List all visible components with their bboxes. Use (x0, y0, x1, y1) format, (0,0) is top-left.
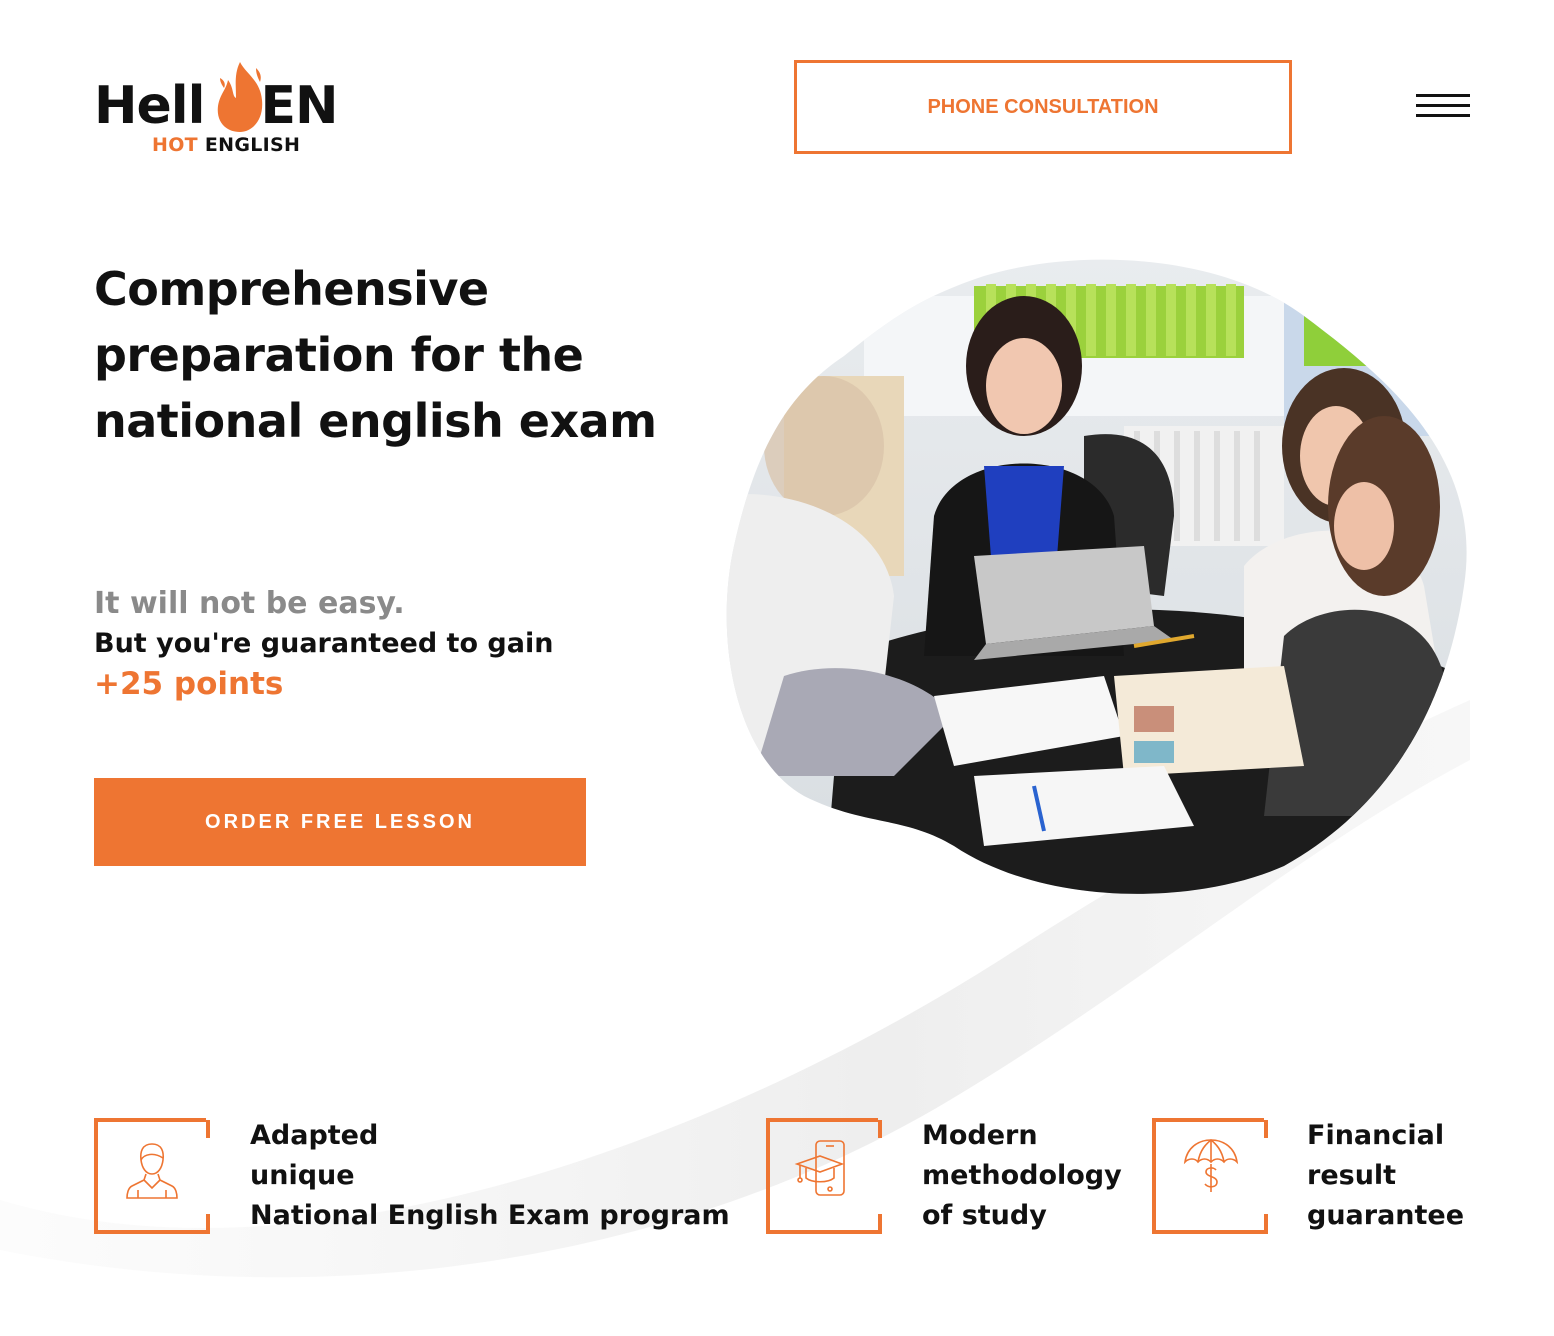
logo-text-left: Hell (94, 76, 205, 136)
student-icon (126, 1143, 178, 1199)
feature-text-1: Adapted unique National English Exam pro… (250, 1116, 730, 1236)
brand-logo[interactable]: Hell EN HOT ENGLISH (94, 58, 364, 158)
feature-2-line-3: of study (922, 1200, 1047, 1231)
feature-1-line-1: Adapted (250, 1120, 379, 1151)
order-free-lesson-button[interactable]: ORDER FREE LESSON (94, 778, 586, 866)
logo-sub-hot: HOT (152, 134, 198, 156)
mobile-graduation-cap-icon (794, 1140, 845, 1196)
feature-3-line-1: Financial (1307, 1120, 1445, 1151)
feature-2-line-1: Modern (922, 1120, 1038, 1151)
logo-subtitle: HOT ENGLISH (152, 134, 300, 156)
feature-text-3: Financial result guarantee (1307, 1116, 1464, 1236)
menu-line-top (1416, 94, 1470, 97)
feature-2-line-2: methodology (922, 1160, 1122, 1191)
menu-line-bottom (1416, 114, 1470, 117)
logo-text-right: EN (260, 76, 338, 136)
hero-tagline-black: But you're guaranteed to gain (94, 628, 554, 659)
hamburger-menu-icon[interactable] (1416, 94, 1470, 120)
phone-consultation-button[interactable]: PHONE CONSULTATION (794, 60, 1292, 154)
hero-tagline-grey: It will not be easy. (94, 586, 405, 621)
feature-text-2: Modern methodology of study (922, 1116, 1122, 1236)
menu-line-middle (1416, 104, 1470, 107)
hero-points-highlight: +25 points (94, 666, 284, 702)
flame-icon (217, 62, 263, 132)
logo-sub-english: ENGLISH (204, 134, 301, 156)
umbrella-dollar-icon (1183, 1138, 1239, 1192)
feature-1-line-2: unique (250, 1160, 355, 1191)
feature-3-line-3: guarantee (1307, 1200, 1465, 1231)
feature-1-line-3: National English Exam program (250, 1200, 730, 1231)
classroom-photo (726, 259, 1467, 894)
hero-headline: Comprehensive preparation for the nation… (94, 262, 657, 448)
feature-3-line-2: result (1307, 1160, 1397, 1191)
